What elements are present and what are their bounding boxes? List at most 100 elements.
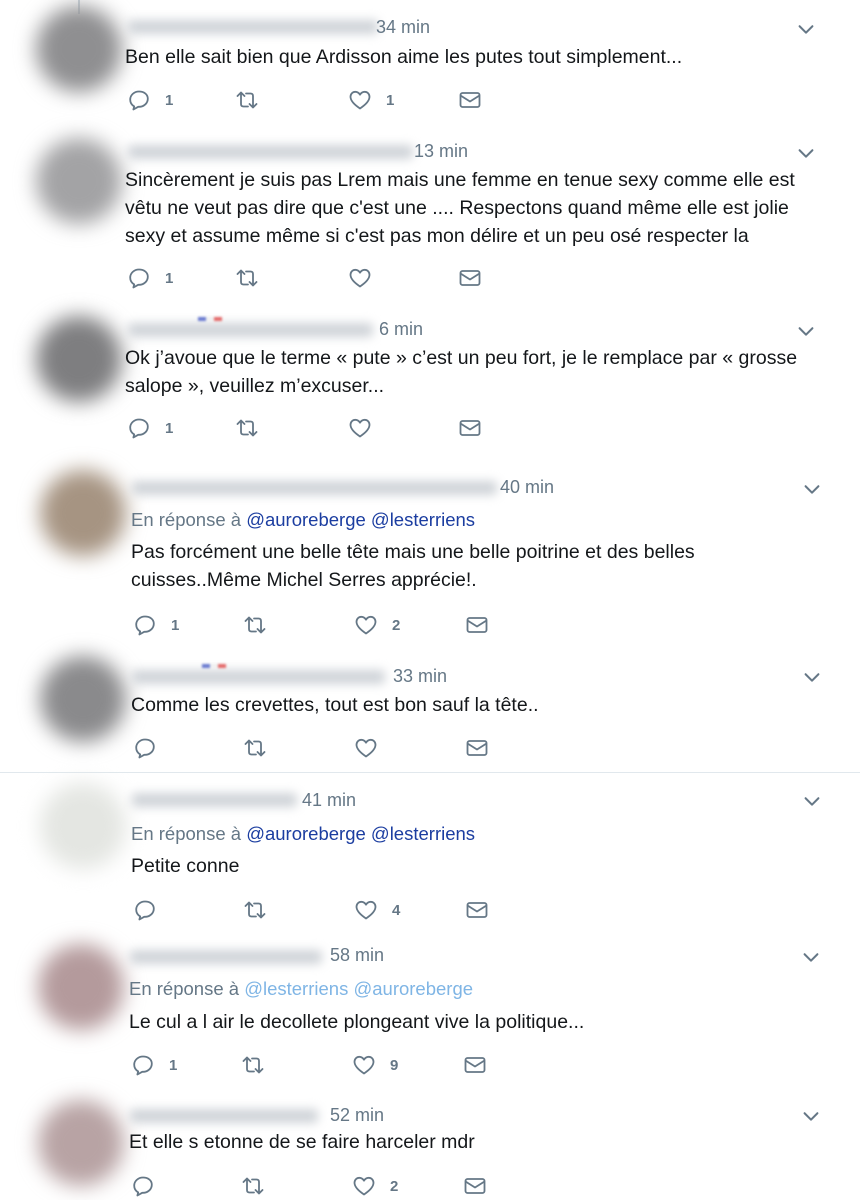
chevron-down-icon[interactable] bbox=[800, 946, 822, 968]
reply-button[interactable] bbox=[131, 1173, 169, 1199]
reply-icon bbox=[133, 1176, 153, 1197]
tweet-text: Sincèrement je suis pas Lrem mais une fe… bbox=[125, 166, 795, 250]
dm-button[interactable] bbox=[465, 612, 489, 638]
dm-button[interactable] bbox=[458, 265, 482, 291]
dm-button[interactable] bbox=[458, 415, 482, 441]
reply-handle[interactable]: @auroreberge bbox=[246, 823, 366, 844]
dm-button[interactable] bbox=[463, 1173, 487, 1199]
avatar[interactable] bbox=[38, 944, 124, 1030]
retweet-button[interactable] bbox=[241, 1052, 279, 1078]
avatar[interactable] bbox=[40, 470, 126, 556]
retweet-button[interactable] bbox=[241, 1173, 279, 1199]
retweet-button[interactable] bbox=[235, 87, 273, 113]
reply-handle[interactable]: @lesterriens bbox=[371, 823, 475, 844]
retweet-button[interactable] bbox=[235, 265, 273, 291]
chevron-down-icon[interactable] bbox=[801, 790, 823, 812]
like-button[interactable]: 2 bbox=[352, 1173, 398, 1199]
retweet-button[interactable] bbox=[243, 735, 281, 761]
like-button[interactable]: 1 bbox=[348, 87, 394, 113]
avatar[interactable] bbox=[36, 6, 122, 92]
user-name[interactable] bbox=[128, 323, 373, 337]
reply-button[interactable]: 1 bbox=[131, 1052, 177, 1078]
reply-count: 1 bbox=[165, 91, 174, 109]
reply-prefix: En réponse à bbox=[131, 509, 242, 530]
tweet-text: Comme les crevettes, tout est bon sauf l… bbox=[131, 691, 539, 719]
tweet[interactable]: 6 min Ok j’avoue que le terme « pute » c… bbox=[0, 306, 860, 458]
reply-button[interactable]: 1 bbox=[127, 265, 173, 291]
reply-button[interactable] bbox=[133, 735, 171, 761]
envelope-icon bbox=[464, 1178, 486, 1194]
reply-handle[interactable]: @auroreberge bbox=[246, 509, 366, 530]
avatar[interactable] bbox=[40, 656, 126, 742]
tweet-actions: 1 bbox=[127, 415, 527, 441]
like-button[interactable]: 2 bbox=[354, 612, 400, 638]
reply-handle[interactable]: @auroreberge bbox=[353, 978, 473, 999]
heart-icon bbox=[353, 1055, 375, 1075]
retweet-icon bbox=[244, 616, 266, 634]
tweet[interactable]: 13 min Sincèrement je suis pas Lrem mais… bbox=[0, 128, 860, 306]
tweet-time[interactable]: 34 min bbox=[376, 17, 430, 38]
tweet-text-line: salope », veuillez m’excuser... bbox=[125, 375, 385, 397]
tweet-time[interactable]: 58 min bbox=[330, 945, 384, 966]
tweet[interactable]: 33 min Comme les crevettes, tout est bon… bbox=[0, 650, 860, 772]
like-button[interactable] bbox=[348, 265, 386, 291]
like-count: 2 bbox=[390, 1177, 399, 1195]
dm-button[interactable] bbox=[465, 897, 489, 923]
user-name[interactable] bbox=[128, 20, 378, 34]
heart-icon bbox=[349, 90, 371, 110]
like-button[interactable] bbox=[354, 735, 392, 761]
tweet[interactable]: 58 min En réponse à @lesterriens @aurore… bbox=[0, 932, 860, 1092]
retweet-icon bbox=[244, 901, 266, 919]
tweet-time[interactable]: 40 min bbox=[500, 477, 554, 498]
reply-context: En réponse à @auroreberge @lesterriens bbox=[131, 823, 475, 845]
reply-handle[interactable]: @lesterriens bbox=[371, 509, 475, 530]
chevron-down-icon[interactable] bbox=[795, 18, 817, 40]
chevron-down-icon[interactable] bbox=[795, 142, 817, 164]
chevron-down-icon[interactable] bbox=[801, 666, 823, 688]
chevron-down-icon[interactable] bbox=[801, 478, 823, 500]
tweet-text: Ben elle sait bien que Ardisson aime les… bbox=[125, 43, 682, 71]
avatar[interactable] bbox=[36, 138, 122, 224]
chevron-down-icon[interactable] bbox=[795, 320, 817, 342]
reply-icon bbox=[133, 1055, 153, 1076]
user-name[interactable] bbox=[130, 950, 322, 964]
tweet-text-line: Le cul a l air le decollete plongeant vi… bbox=[129, 1011, 585, 1033]
tweet[interactable]: 41 min En réponse à @auroreberge @lester… bbox=[0, 773, 860, 932]
dm-button[interactable] bbox=[465, 735, 489, 761]
reply-button[interactable]: 1 bbox=[133, 612, 179, 638]
tweet[interactable]: 40 min En réponse à @auroreberge @lester… bbox=[0, 458, 860, 650]
reply-button[interactable] bbox=[133, 897, 171, 923]
tweet-time[interactable]: 6 min bbox=[379, 319, 423, 340]
tweet[interactable]: 52 min Et elle s etonne de se faire harc… bbox=[0, 1092, 860, 1200]
chevron-down-icon[interactable] bbox=[800, 1105, 822, 1127]
tweet-text: Petite conne bbox=[131, 852, 239, 880]
avatar[interactable] bbox=[38, 1100, 124, 1186]
reply-icon bbox=[129, 268, 149, 289]
user-name[interactable] bbox=[132, 793, 297, 807]
user-name[interactable] bbox=[132, 670, 385, 684]
dm-button[interactable] bbox=[463, 1052, 487, 1078]
reply-context: En réponse à @auroreberge @lesterriens bbox=[131, 509, 475, 531]
user-name[interactable] bbox=[128, 145, 413, 159]
reply-handle[interactable]: @lesterriens bbox=[244, 978, 348, 999]
tweet-time[interactable]: 41 min bbox=[302, 790, 356, 811]
tweet-actions: 1 9 bbox=[131, 1052, 531, 1078]
tweet-time[interactable]: 13 min bbox=[414, 141, 468, 162]
avatar[interactable] bbox=[40, 783, 126, 869]
retweet-button[interactable] bbox=[243, 612, 281, 638]
tweet-time[interactable]: 52 min bbox=[330, 1105, 384, 1126]
reply-count: 1 bbox=[171, 616, 180, 634]
tweet[interactable]: 34 min Ben elle sait bien que Ardisson a… bbox=[0, 0, 860, 128]
dm-button[interactable] bbox=[458, 87, 482, 113]
tweet-time[interactable]: 33 min bbox=[393, 666, 447, 687]
like-button[interactable]: 9 bbox=[352, 1052, 398, 1078]
retweet-button[interactable] bbox=[243, 897, 281, 923]
reply-button[interactable]: 1 bbox=[127, 415, 173, 441]
retweet-button[interactable] bbox=[235, 415, 273, 441]
user-name[interactable] bbox=[130, 1109, 318, 1123]
like-button[interactable] bbox=[348, 415, 386, 441]
user-name[interactable] bbox=[132, 481, 497, 495]
avatar[interactable] bbox=[36, 316, 122, 402]
reply-button[interactable]: 1 bbox=[127, 87, 173, 113]
like-button[interactable]: 4 bbox=[354, 897, 400, 923]
